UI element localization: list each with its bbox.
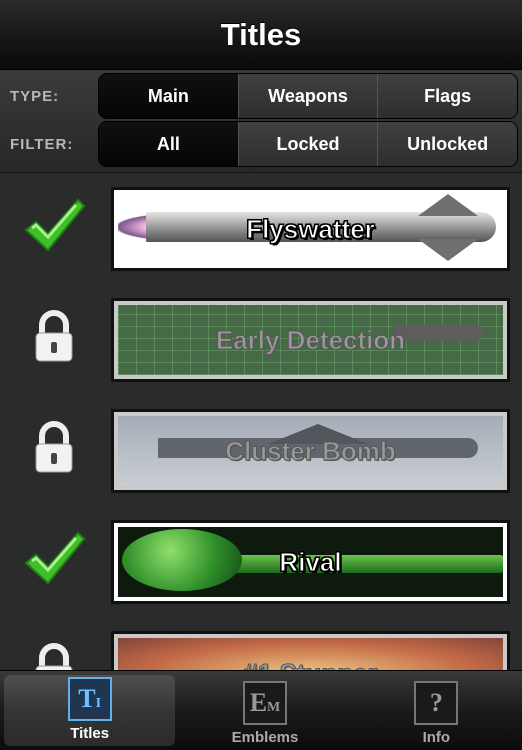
type-segmented-control: Main Weapons Flags (98, 73, 518, 119)
filter-unlocked-button[interactable]: Unlocked (377, 122, 517, 166)
title-banner-cluster-bomb[interactable]: Cluster Bomb (111, 409, 510, 493)
list-item[interactable]: Cluster Bomb (0, 396, 522, 507)
title-name: Flyswatter (246, 213, 376, 244)
filter-locked-button[interactable]: Locked (237, 122, 378, 166)
radar-artwork: Early Detection (118, 305, 503, 375)
checkmark-icon (24, 531, 86, 585)
title-banner-rival[interactable]: Rival (111, 520, 510, 604)
tab-emblems[interactable]: EM Emblems (179, 671, 350, 750)
filter-panel: TYPE: Main Weapons Flags FILTER: All Loc… (0, 70, 522, 173)
title-banner-stunner[interactable]: #1 Stunner (111, 631, 510, 670)
tab-label: Emblems (231, 729, 299, 746)
filter-all-button[interactable]: All (99, 122, 238, 166)
title-name: Cluster Bomb (225, 435, 396, 466)
emblems-tab-icon: EM (242, 681, 287, 725)
title-name: #1 Stunner (243, 657, 378, 670)
type-flags-button[interactable]: Flags (377, 74, 517, 118)
list-item[interactable]: Rival (0, 507, 522, 618)
filter-segmented-control: All Locked Unlocked (98, 121, 518, 167)
titles-list[interactable]: Flyswatter Early Detection Cluster Bomb (0, 174, 522, 670)
checkmark-icon (24, 198, 86, 252)
tab-titles[interactable]: TI Titles (4, 675, 176, 746)
tab-info[interactable]: ? Info (351, 671, 522, 750)
tab-bar: TI Titles EM Emblems ? Info (0, 670, 522, 750)
lock-icon (35, 310, 73, 362)
info-tab-icon: ? (414, 681, 459, 725)
nav-bar: Titles (0, 0, 522, 70)
title-banner-early-detection[interactable]: Early Detection (111, 298, 510, 382)
type-row: TYPE: Main Weapons Flags (0, 73, 522, 119)
filter-label: FILTER: (10, 135, 74, 153)
page-title: Titles (220, 16, 302, 52)
title-name: Rival (279, 546, 342, 577)
filter-row: FILTER: All Locked Unlocked (0, 121, 522, 167)
jet-artwork: Cluster Bomb (118, 416, 503, 486)
snake-artwork: Rival (118, 527, 503, 597)
type-main-button[interactable]: Main (99, 74, 238, 118)
list-item[interactable]: Flyswatter (0, 174, 522, 285)
title-name: Early Detection (215, 324, 406, 355)
type-weapons-button[interactable]: Weapons (237, 74, 378, 118)
list-item[interactable]: #1 Stunner (0, 618, 522, 670)
tab-label: Info (422, 729, 451, 746)
type-label: TYPE: (10, 87, 60, 105)
fire-artwork: #1 Stunner (118, 638, 503, 670)
lock-icon (35, 421, 73, 473)
tab-label: Titles (70, 725, 110, 742)
titles-tab-icon: TI (67, 677, 112, 721)
lock-icon (35, 643, 73, 670)
list-item[interactable]: Early Detection (0, 285, 522, 396)
title-banner-flyswatter[interactable]: Flyswatter (111, 187, 510, 271)
missile-artwork: Flyswatter (118, 194, 503, 264)
